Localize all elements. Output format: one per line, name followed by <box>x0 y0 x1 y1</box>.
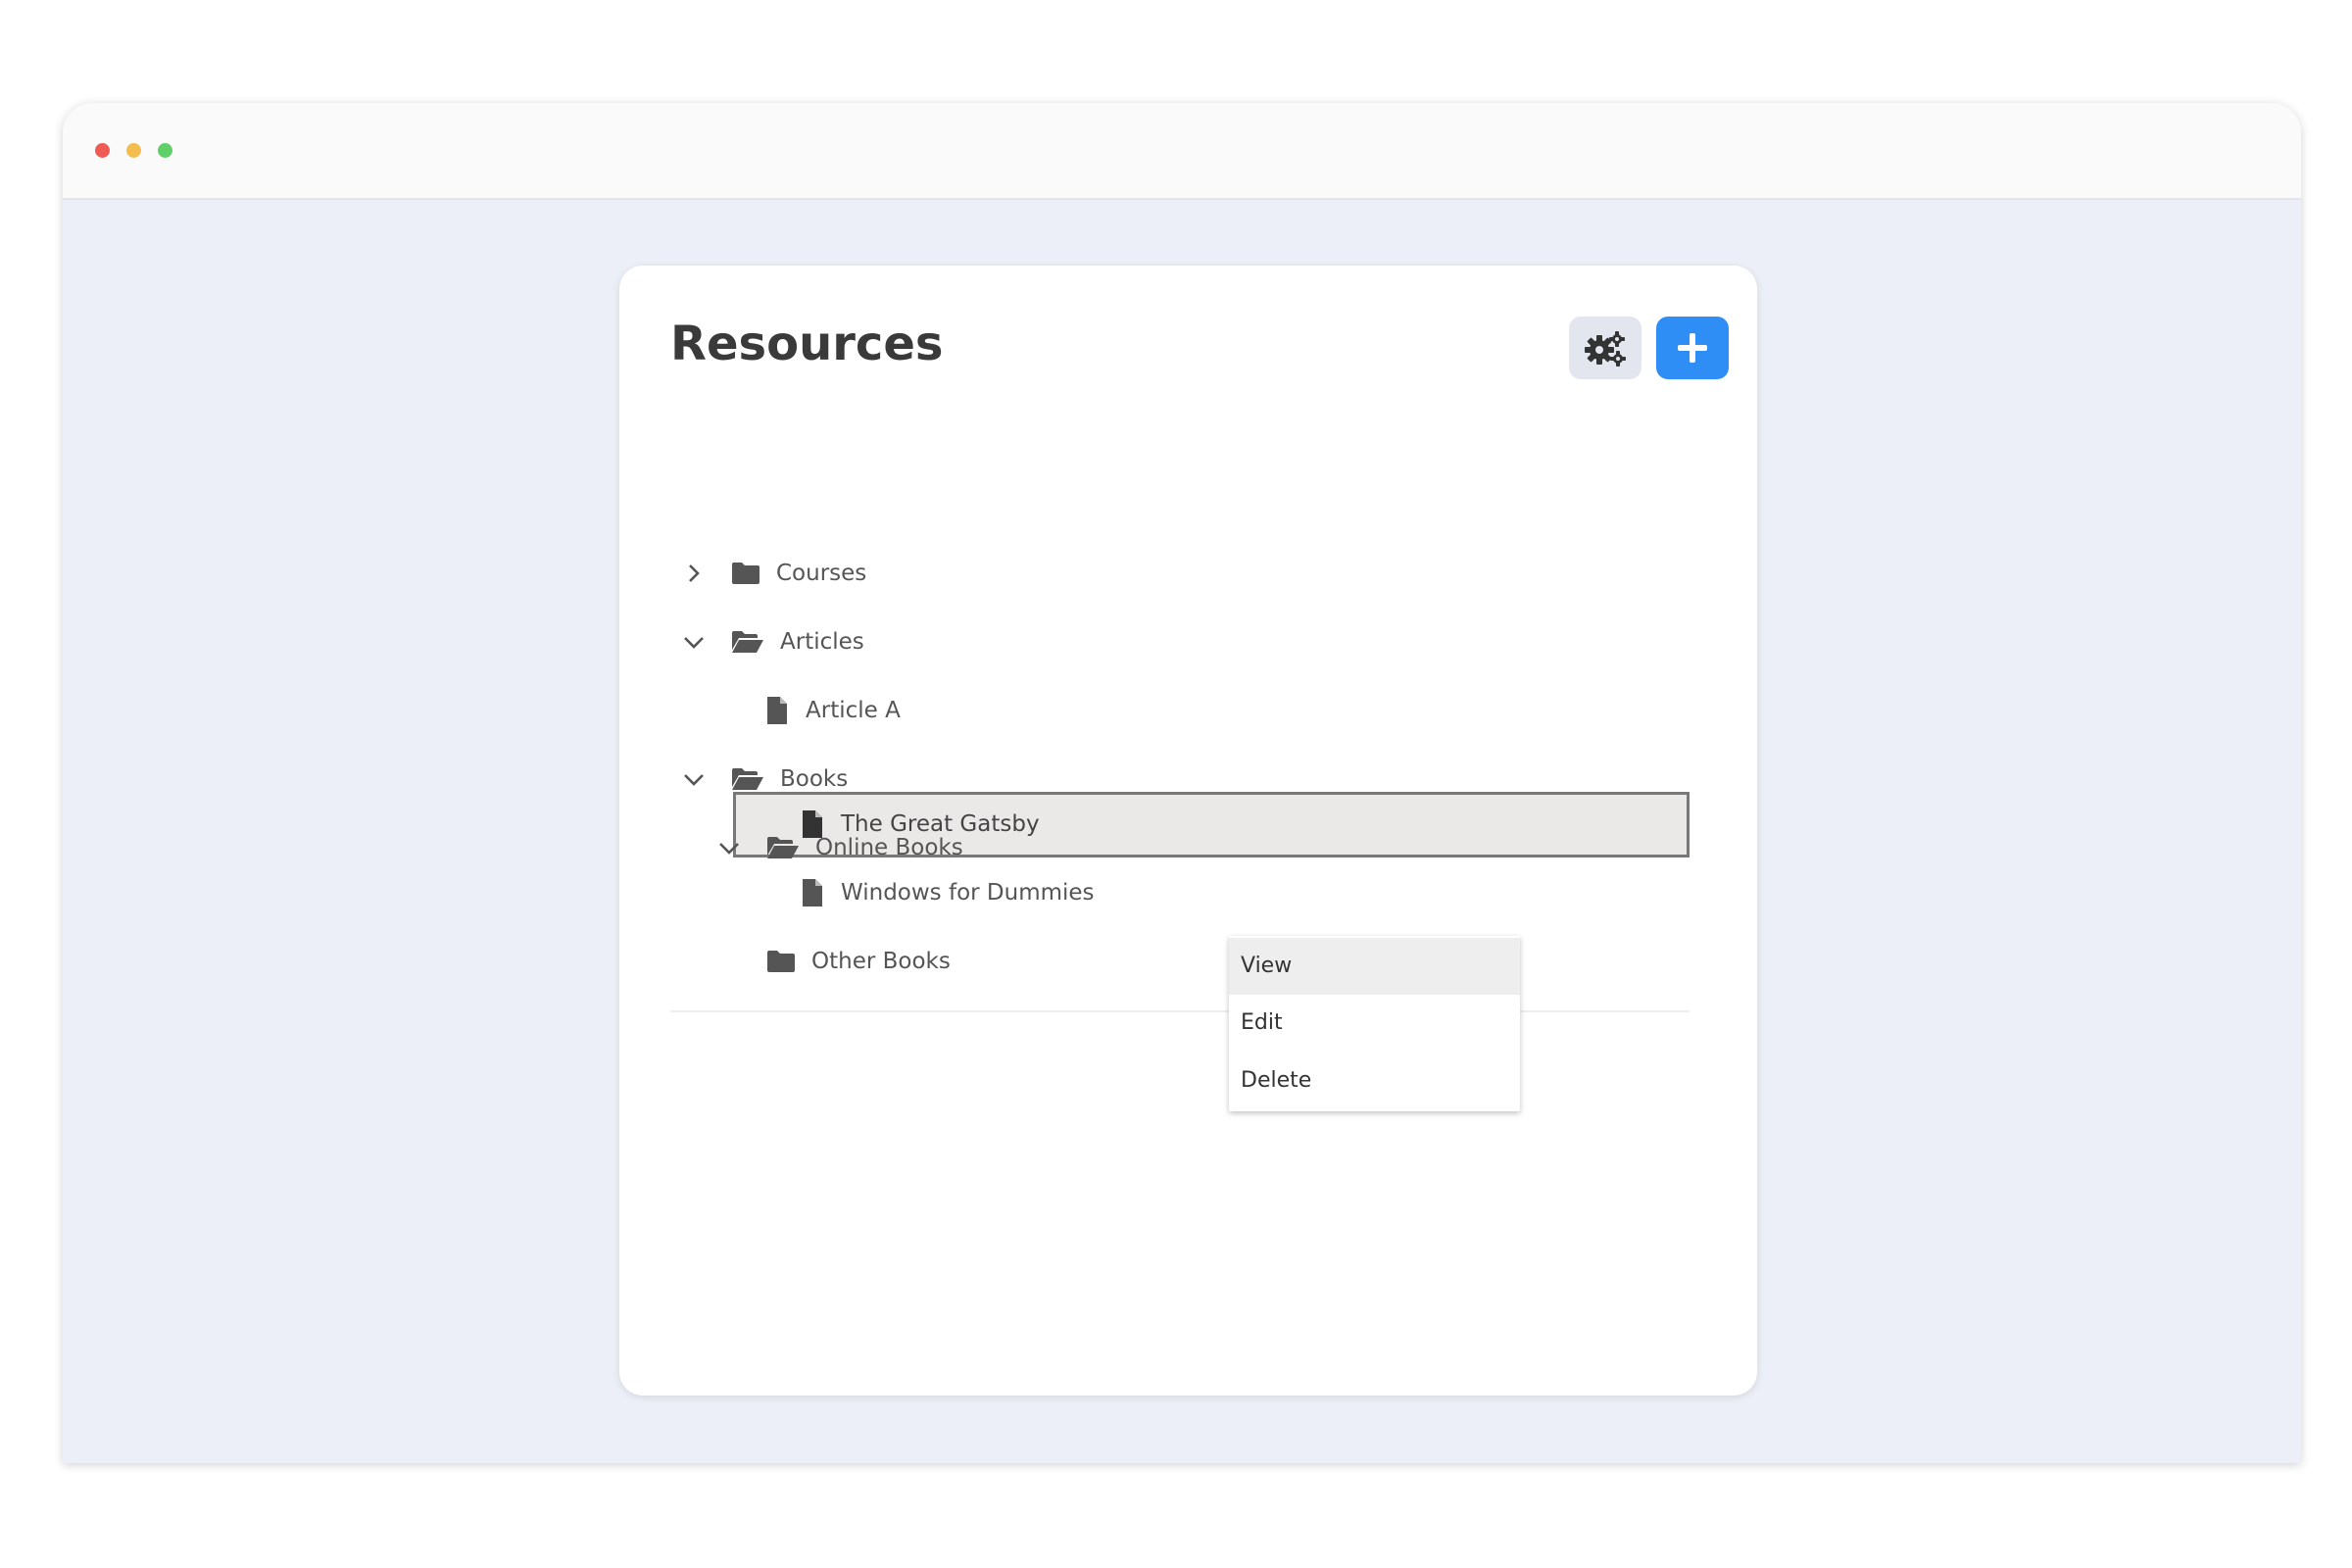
gears-icon <box>1585 331 1626 367</box>
tree-item-the-great-gatsby[interactable]: The Great Gatsby <box>619 790 1757 858</box>
tree-item-label: Article A <box>806 698 901 723</box>
tree-item-windows-for-dummies[interactable]: Windows for Dummies <box>619 858 1757 927</box>
folder-icon <box>767 951 795 972</box>
chevron-down-icon[interactable] <box>682 630 706 654</box>
menu-item-edit[interactable]: Edit <box>1229 995 1520 1052</box>
tree-item-courses[interactable]: Courses <box>619 539 1757 608</box>
tree-item-label: Other Books <box>811 949 951 974</box>
tree-item-label: Courses <box>776 561 867 586</box>
tree-item-other-books[interactable]: Other Books <box>619 927 1757 996</box>
folder-open-icon <box>732 631 763 653</box>
maximize-window-button[interactable] <box>158 143 172 158</box>
tree-divider <box>670 1010 1690 1012</box>
folder-icon <box>732 563 760 584</box>
title-bar <box>63 103 2301 200</box>
menu-item-view[interactable]: View <box>1229 938 1520 995</box>
close-window-button[interactable] <box>95 143 110 158</box>
tree-item-label: The Great Gatsby <box>841 811 1040 837</box>
tree-item-article-a[interactable]: Article A <box>619 676 1757 745</box>
app-window: Resources Courses Articles Article A Boo… <box>63 103 2301 1463</box>
chevron-down-icon[interactable] <box>682 767 706 791</box>
file-icon <box>767 697 787 724</box>
add-resource-button[interactable] <box>1656 317 1729 379</box>
plus-icon <box>1678 333 1707 363</box>
minimize-window-button[interactable] <box>126 143 141 158</box>
file-icon <box>803 810 822 838</box>
chevron-right-icon[interactable] <box>682 562 706 585</box>
tree-item-articles[interactable]: Articles <box>619 608 1757 676</box>
settings-button[interactable] <box>1569 317 1642 379</box>
context-menu: View Edit Delete <box>1229 936 1520 1111</box>
tree-item-label: Windows for Dummies <box>841 880 1095 906</box>
menu-item-delete[interactable]: Delete <box>1229 1053 1520 1109</box>
tree-item-label: Articles <box>780 629 864 655</box>
resources-panel: Resources Courses Articles Article A Boo… <box>619 266 1757 1396</box>
file-icon <box>803 879 822 906</box>
page-title: Resources <box>670 317 944 371</box>
folder-open-icon <box>732 768 763 790</box>
